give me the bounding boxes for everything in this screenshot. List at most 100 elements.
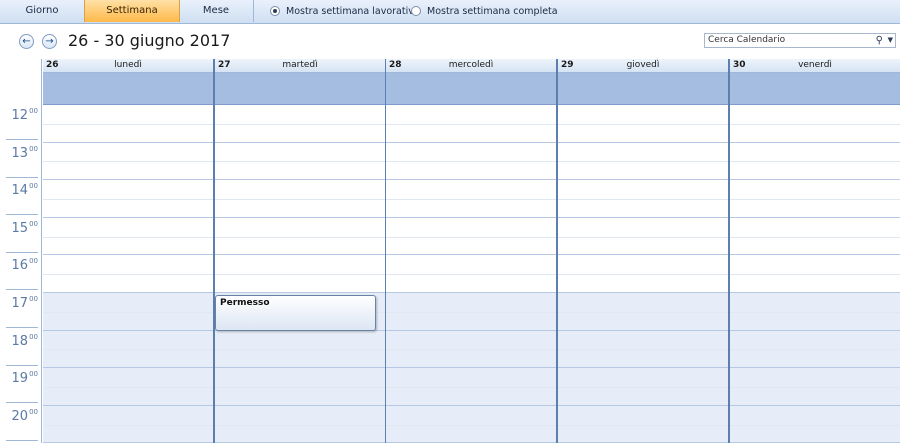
hour-label: 1300 xyxy=(0,145,42,161)
day-header[interactable]: 26 lunedì xyxy=(43,59,213,73)
half-hour-gridline xyxy=(730,387,900,388)
next-week-button[interactable]: → xyxy=(42,34,57,49)
half-hour-gridline xyxy=(386,199,556,200)
chevron-down-icon[interactable]: ▼ xyxy=(888,34,893,47)
work-week-radio[interactable] xyxy=(270,6,280,16)
day-name: giovedì xyxy=(626,60,660,70)
half-hour-gridline xyxy=(43,161,213,163)
hour-value: 15 xyxy=(11,220,29,236)
half-hour-gridline xyxy=(730,236,900,238)
all-day-area[interactable] xyxy=(558,73,728,105)
day-header[interactable]: 28 mercoledì xyxy=(386,59,556,73)
half-hour-gridline xyxy=(215,349,385,351)
minutes-value: 00 xyxy=(29,370,38,379)
hour-divider xyxy=(6,439,38,441)
date-range-title: 26 - 30 giugno 2017 xyxy=(68,31,231,50)
half-hour-gridline xyxy=(386,274,556,276)
appointment-permesso[interactable]: Permesso xyxy=(215,295,376,331)
hour-label: 1500 xyxy=(0,219,42,236)
minutes-value: 00 xyxy=(29,182,38,191)
half-hour-gridline xyxy=(386,236,556,238)
half-hour-gridline xyxy=(43,199,213,200)
hour-label: 1700 xyxy=(0,295,42,311)
search-calendar-input[interactable]: Cerca Calendario ⚲ ▼ xyxy=(704,33,896,48)
half-hour-gridline xyxy=(730,274,900,276)
full-week-radio[interactable] xyxy=(411,6,421,16)
day-column: 28 mercoledì xyxy=(386,59,556,443)
minutes-value: 00 xyxy=(29,407,38,416)
half-hour-gridline xyxy=(558,123,728,125)
hour-label: 1800 xyxy=(0,332,42,349)
hour-divider xyxy=(6,364,38,366)
all-day-area[interactable] xyxy=(215,73,385,105)
half-hour-gridline xyxy=(558,274,728,276)
half-hour-gridline xyxy=(386,424,556,426)
search-placeholder: Cerca Calendario xyxy=(708,35,786,45)
half-hour-gridline xyxy=(386,387,556,388)
all-day-area[interactable] xyxy=(43,73,213,105)
search-icon[interactable]: ⚲ xyxy=(876,34,883,47)
hour-value: 18 xyxy=(11,333,29,349)
half-hour-gridline xyxy=(215,161,385,163)
hour-divider xyxy=(6,289,38,291)
minutes-value: 00 xyxy=(29,332,38,341)
day-header[interactable]: 27 martedì xyxy=(215,59,385,73)
half-hour-gridline xyxy=(558,387,728,388)
minutes-value: 00 xyxy=(29,257,38,266)
date-header: ← → 26 - 30 giugno 2017 Cerca Calendario… xyxy=(0,24,900,59)
day-name: lunedì xyxy=(114,60,142,70)
hour-value: 19 xyxy=(11,371,29,387)
half-hour-gridline xyxy=(730,161,900,163)
half-hour-gridline xyxy=(386,349,556,351)
day-header[interactable]: 30 venerdì xyxy=(730,59,900,73)
day-header[interactable]: 29 giovedì xyxy=(558,59,728,73)
half-hour-gridline xyxy=(558,199,728,200)
day-name: martedì xyxy=(282,60,318,70)
half-hour-gridline xyxy=(386,311,556,313)
all-day-area[interactable] xyxy=(730,73,900,105)
tab-month-view[interactable]: Mese xyxy=(179,0,254,22)
hour-value: 12 xyxy=(11,108,29,123)
half-hour-gridline xyxy=(215,123,385,125)
half-hour-gridline xyxy=(558,349,728,351)
half-hour-gridline xyxy=(558,161,728,163)
half-hour-gridline xyxy=(43,236,213,238)
minutes-value: 00 xyxy=(29,107,38,115)
hour-divider xyxy=(6,402,38,404)
work-week-label: Mostra settimana lavorativa xyxy=(286,5,420,17)
week-grid: 1200 1300 1400 1500 1600 1700 1800 1900 2000 26 l… xyxy=(0,59,900,443)
half-hour-gridline xyxy=(558,236,728,238)
half-hour-gridline xyxy=(215,236,385,238)
option-full-week[interactable]: Mostra settimana completa xyxy=(411,0,558,22)
time-column: 1200 1300 1400 1500 1600 1700 1800 1900 2000 xyxy=(0,59,42,443)
half-hour-gridline xyxy=(730,311,900,313)
full-week-label: Mostra settimana completa xyxy=(427,5,558,17)
option-work-week[interactable]: Mostra settimana lavorativa xyxy=(270,0,420,22)
minutes-value: 00 xyxy=(29,219,38,228)
hour-label: 1900 xyxy=(0,370,42,387)
hour-value: 13 xyxy=(11,145,29,161)
all-day-area[interactable] xyxy=(386,73,556,105)
half-hour-gridline xyxy=(730,349,900,351)
hour-label: 1600 xyxy=(0,257,42,273)
day-name: venerdì xyxy=(798,60,832,70)
tab-day-view[interactable]: Giorno xyxy=(0,0,85,22)
hour-value: 14 xyxy=(11,183,29,199)
day-column: 29 giovedì xyxy=(558,59,728,443)
hour-divider xyxy=(6,176,38,178)
day-column: 30 venerdì xyxy=(730,59,900,443)
half-hour-gridline xyxy=(215,424,385,426)
view-toolbar: Giorno Settimana Mese Mostra settimana l… xyxy=(0,0,900,24)
prev-week-button[interactable]: ← xyxy=(19,34,34,49)
tab-week-view[interactable]: Settimana xyxy=(84,0,180,22)
hour-label: 2000 xyxy=(0,407,42,424)
half-hour-gridline xyxy=(730,199,900,200)
half-hour-gridline xyxy=(730,424,900,426)
hour-divider xyxy=(6,251,38,253)
half-hour-gridline xyxy=(215,274,385,276)
half-hour-gridline xyxy=(558,311,728,313)
arrow-right-icon: → xyxy=(45,36,54,47)
half-hour-gridline xyxy=(386,123,556,125)
half-hour-gridline xyxy=(730,123,900,125)
half-hour-gridline xyxy=(43,123,213,125)
